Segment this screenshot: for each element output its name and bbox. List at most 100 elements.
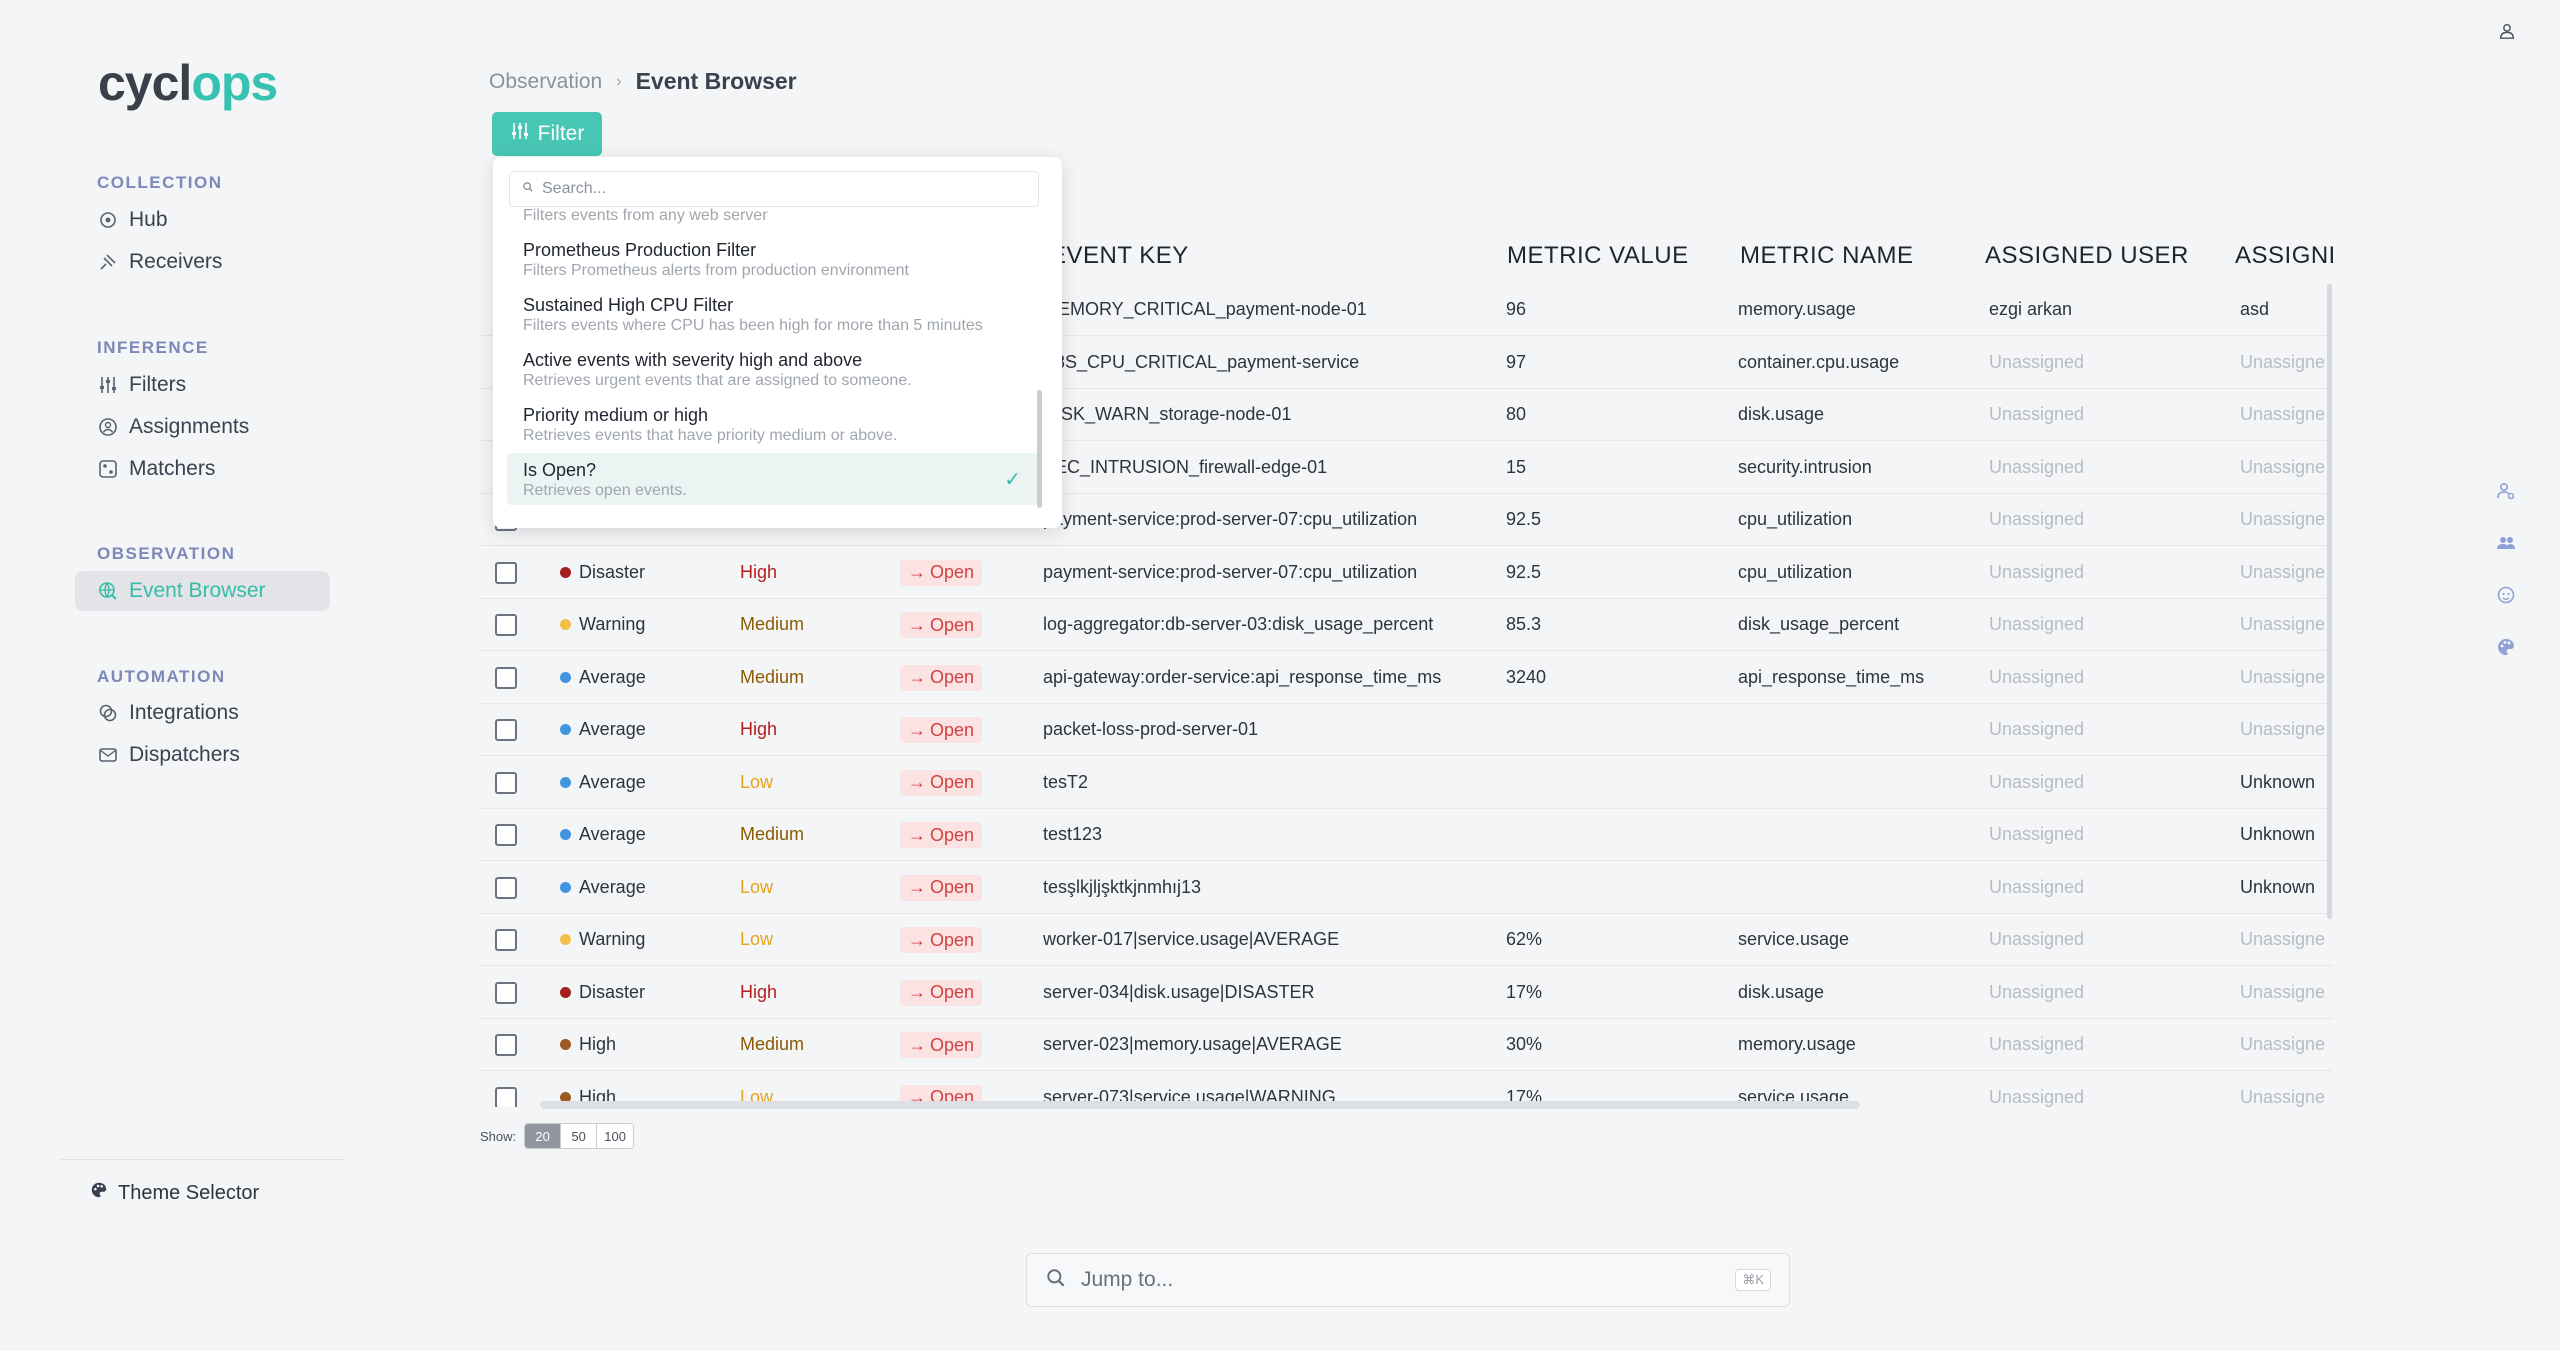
assigned-group-cell: Unassigne (2240, 561, 2326, 582)
column-header-event-key[interactable]: EVENT KEY (1050, 242, 1189, 270)
filter-item-description: Filters events from any web server (523, 207, 768, 224)
page-size-selector: Show: 20 50 100 (480, 1123, 635, 1149)
page-size-20[interactable]: 20 (525, 1124, 562, 1148)
integrations-icon (97, 702, 119, 724)
filter-button[interactable]: Filter (492, 112, 602, 156)
filter-list-scrollbar[interactable] (1037, 390, 1042, 508)
row-checkbox[interactable] (495, 1034, 517, 1056)
search-icon (522, 180, 534, 198)
filter-option-description: Retrieves open events. (523, 482, 687, 499)
assigned-user-cell: Unassigned (1989, 614, 2085, 634)
row-checkbox[interactable] (495, 614, 517, 636)
arrow-right-icon: → (908, 982, 926, 1002)
assigned-user-cell: Unassigned (1989, 771, 2085, 792)
row-checkbox[interactable] (495, 1086, 517, 1107)
table-row[interactable]: Average Low → Open tesşlkjljşktkjnmhıj13 Unas… (480, 862, 2333, 914)
sidebar-item-dispatchers[interactable]: Dispatchers (75, 735, 330, 775)
event-key-cell: MEMORY_CRITICAL_payment-node-01 (1043, 299, 1367, 319)
breadcrumb-parent[interactable]: Observation (489, 70, 602, 94)
metric-name-cell: disk.usage (1738, 404, 1825, 424)
priority-cell: High (740, 561, 778, 582)
table-row[interactable]: Average High → Open packet-loss-prod-server-… (480, 704, 2333, 756)
filter-option[interactable]: Prometheus Production Filter Filters Prom… (507, 233, 1039, 285)
row-checkbox[interactable] (495, 719, 517, 741)
user-settings-icon[interactable] (2496, 481, 2518, 503)
sidebar: cyclops COLLECTION Hub Receivers INFEREN… (0, 0, 350, 1351)
filter-option[interactable]: Priority medium or high Retrieves events … (507, 398, 1039, 450)
event-key-cell: api-gateway:order-service:api_response_t… (1043, 666, 1442, 687)
metric-value-cell: 80 (1506, 404, 1527, 424)
filter-option-name: Sustained High CPU Filter (523, 295, 734, 315)
severity-dot (560, 619, 571, 630)
assigned-user-cell: Unassigned (1989, 509, 2085, 529)
theme-selector[interactable]: Theme Selector (90, 1181, 259, 1205)
table-row[interactable]: Warning Low → Open worker-017|service.usage|… (480, 914, 2333, 966)
metric-name-cell: disk.usage (1738, 981, 1825, 1002)
sidebar-item-matchers[interactable]: Matchers (75, 449, 330, 489)
assigned-group-cell: Unassigne (2240, 509, 2326, 529)
assigned-group-cell: Unassigne (2240, 1034, 2326, 1054)
assigned-user-cell: Unassigned (1989, 351, 2085, 372)
sidebar-item-event-browser[interactable]: Event Browser (75, 571, 330, 611)
users-icon[interactable] (2496, 533, 2518, 555)
page-size-50[interactable]: 50 (561, 1124, 598, 1148)
severity-cell: Average (560, 877, 646, 898)
severity-cell: High (560, 1034, 616, 1055)
filter-search-placeholder: Search... (542, 180, 607, 197)
table-row[interactable]: High Medium → Open server-023|memory.usage|A… (480, 1019, 2333, 1071)
table-row[interactable]: Average Medium → Open test123 Unassigned Unkno… (480, 809, 2333, 861)
filter-search-input[interactable]: Search... (509, 171, 1039, 207)
logo[interactable]: cyclops (98, 54, 278, 112)
filter-option[interactable]: Active events with severity high and abo… (507, 343, 1039, 395)
sidebar-item-integrations[interactable]: Integrations (75, 693, 330, 733)
row-checkbox[interactable] (495, 561, 517, 584)
row-checkbox[interactable] (495, 876, 517, 899)
sidebar-item-receivers[interactable]: Receivers (75, 242, 330, 282)
table-row[interactable]: Disaster High → Open server-034|disk.usage|D… (480, 967, 2333, 1019)
table-row[interactable]: Warning Medium → Open log-aggregator:db-serv… (480, 599, 2333, 651)
jump-to-search[interactable]: Jump to... ⌘K (1026, 1253, 1790, 1307)
assigned-group-cell: Unknown (2240, 824, 2316, 844)
column-header-assigned-user[interactable]: ASSIGNED USER (1985, 242, 2189, 270)
column-header-metric-value[interactable]: METRIC VALUE (1507, 242, 1689, 270)
table-row[interactable]: Disaster High → Open payment-service:prod-se… (480, 547, 2333, 599)
filter-option[interactable]: Sustained High CPU Filter Filters events … (507, 288, 1039, 340)
row-checkbox[interactable] (495, 824, 517, 846)
table-row[interactable]: Average Low → Open tesT2 Unassigned Unknown (480, 757, 2333, 809)
status-label: Open (930, 982, 975, 1002)
severity-label: Average (579, 876, 646, 897)
sidebar-item-filters[interactable]: Filters (75, 365, 330, 405)
page-size-100[interactable]: 100 (597, 1124, 634, 1148)
severity-cell: Disaster (560, 562, 645, 583)
user-icon[interactable] (2498, 22, 2518, 42)
column-header-metric-name[interactable]: METRIC NAME (1740, 242, 1914, 270)
vertical-scrollbar[interactable] (2327, 284, 2332, 919)
severity-cell: Average (560, 667, 646, 688)
page-size-options: 20 50 100 (524, 1123, 635, 1149)
face-icon[interactable] (2496, 585, 2518, 607)
severity-label: Average (579, 824, 646, 844)
sidebar-item-hub[interactable]: Hub (75, 200, 330, 240)
status-label: Open (930, 929, 975, 950)
horizontal-scrollbar[interactable] (540, 1101, 1860, 1109)
status-label: Open (930, 1034, 975, 1055)
assigned-group-cell: Unassigne (2240, 404, 2326, 424)
status-badge: → Open (900, 664, 983, 691)
row-checkbox[interactable] (495, 981, 517, 1004)
table-row[interactable]: Average Medium → Open api-gateway:order-serv… (480, 652, 2333, 704)
event-key-cell: server-034|disk.usage|DISASTER (1043, 981, 1315, 1002)
assigned-group-cell: Unassigne (2240, 929, 2326, 949)
sidebar-item-assignments[interactable]: Assignments (75, 407, 330, 447)
assignment-icon (97, 416, 119, 438)
row-checkbox[interactable] (495, 666, 517, 689)
column-header-assigned-group[interactable]: ASSIGNE (2235, 242, 2333, 270)
row-checkbox[interactable] (495, 771, 517, 794)
metric-value-cell: 85.3 (1506, 614, 1542, 634)
palette-icon[interactable] (2496, 637, 2518, 659)
row-checkbox[interactable] (495, 929, 517, 951)
priority-cell: High (740, 981, 778, 1002)
theme-selector-label: Theme Selector (118, 1181, 260, 1204)
event-key-cell: tesT2 (1043, 771, 1089, 792)
event-key-cell: test123 (1043, 824, 1103, 844)
filter-option[interactable]: Is Open? Retrieves open events. ✓ (507, 453, 1039, 505)
